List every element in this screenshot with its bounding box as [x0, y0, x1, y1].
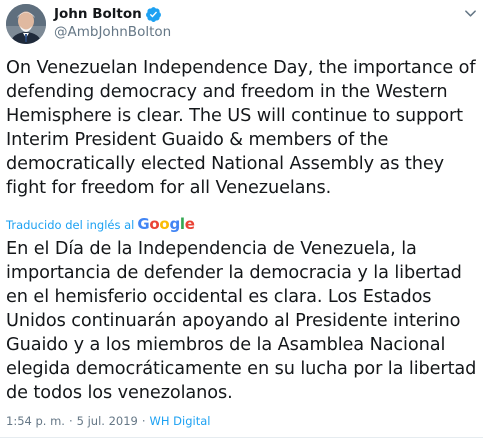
tweet-date[interactable]: 5 jul. 2019: [77, 414, 138, 428]
avatar[interactable]: [6, 4, 46, 44]
tweet-card: John Bolton @AmbJohnBolton On Venezuelan…: [0, 0, 483, 448]
translation-attribution[interactable]: Traducido del inglés al Google: [6, 214, 195, 232]
tweet-text: On Venezuelan Independence Day, the impo…: [6, 58, 476, 198]
avatar-image: [6, 4, 46, 44]
translation-label[interactable]: Traducido del inglés al: [6, 218, 134, 232]
user-name-row[interactable]: John Bolton: [54, 4, 162, 24]
meta-separator: ·: [68, 414, 73, 428]
tweet-source[interactable]: WH Digital: [150, 414, 211, 428]
divider: [0, 437, 483, 438]
meta-separator: ·: [141, 414, 146, 428]
chevron-down-icon[interactable]: [463, 6, 477, 20]
verified-badge-icon: [145, 6, 162, 23]
display-name[interactable]: John Bolton: [54, 6, 142, 22]
google-logo: Google: [137, 215, 195, 233]
user-handle[interactable]: @AmbJohnBolton: [54, 24, 171, 40]
tweet-metadata: 1:54 p. m. · 5 jul. 2019 · WH Digital: [6, 414, 210, 428]
translated-text: En el Día de la Independencia de Venezue…: [6, 239, 477, 403]
tweet-time[interactable]: 1:54 p. m.: [6, 414, 65, 428]
